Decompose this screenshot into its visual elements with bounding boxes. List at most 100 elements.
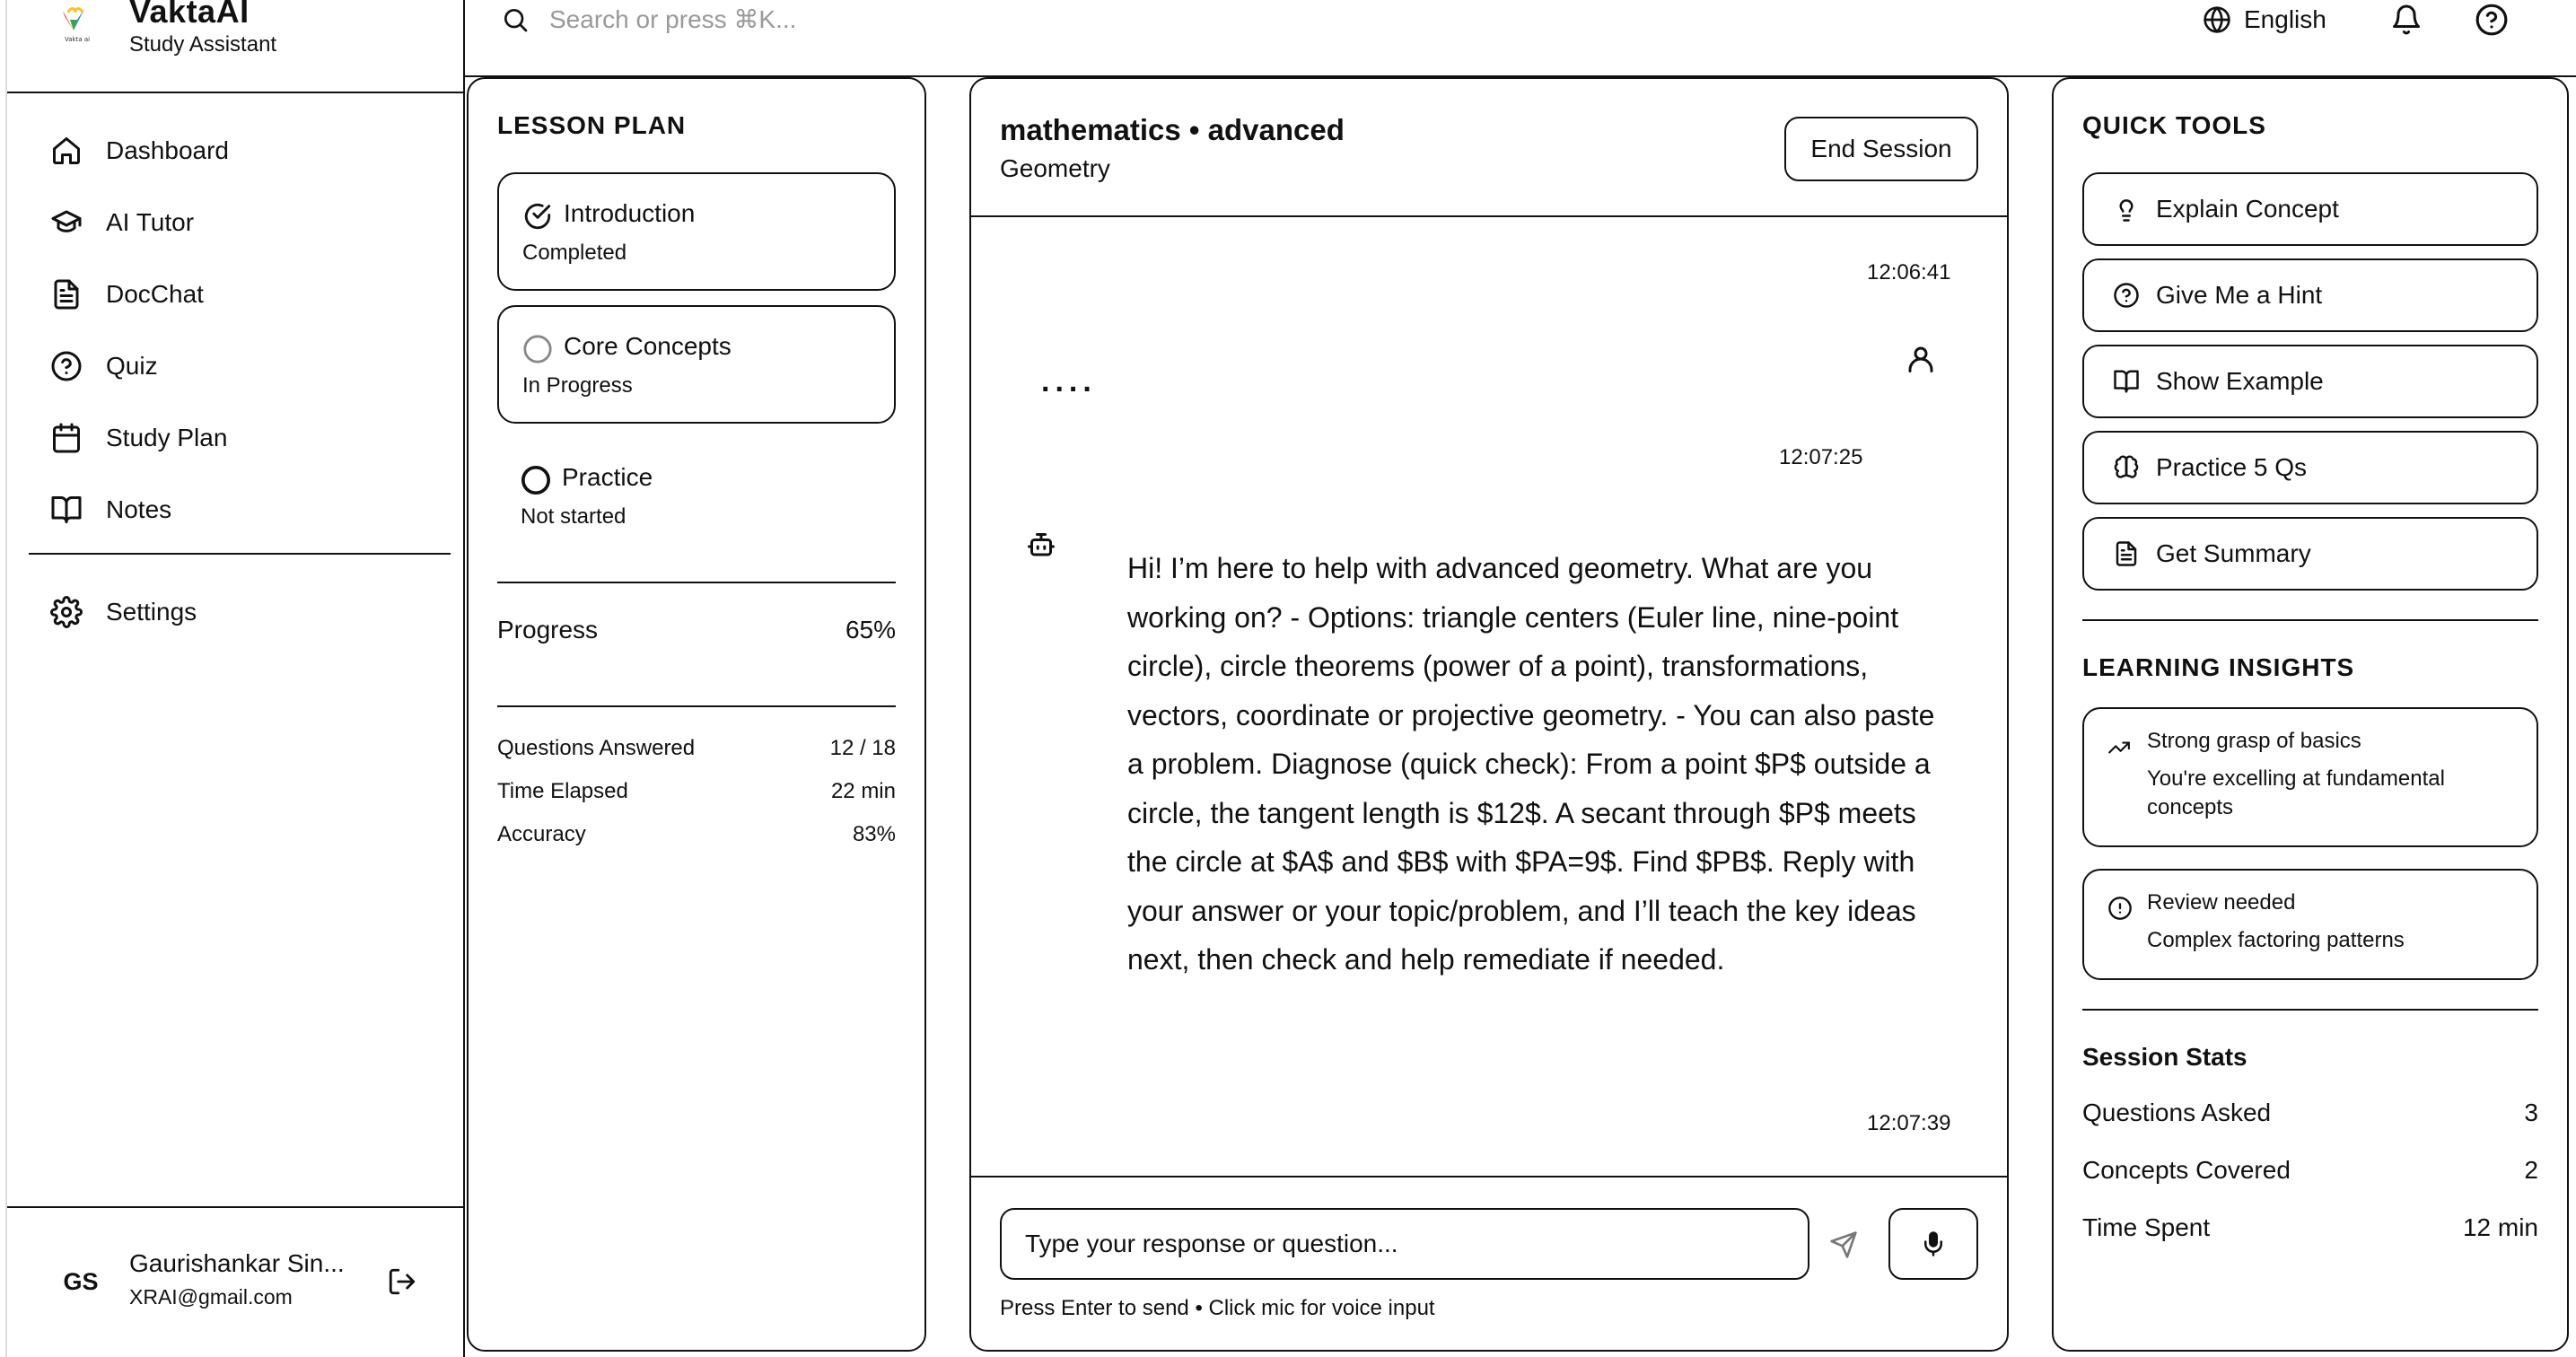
divider xyxy=(2082,1009,2538,1011)
search-bar xyxy=(501,0,1309,39)
insight-description: You're excelling at fundamental concepts xyxy=(2147,766,2445,819)
lesson-plan-title: LESSON PLAN xyxy=(497,111,687,139)
session-stats-title: Session Stats xyxy=(2082,1043,2247,1071)
session-stat-row: Questions Asked 3 xyxy=(2082,1099,2538,1127)
nav-item-dashboard[interactable]: Dashboard xyxy=(48,124,434,178)
chat-hint: Press Enter to send • Click mic for voic… xyxy=(1000,1296,1435,1320)
nav-item-ai-tutor[interactable]: AI Tutor xyxy=(48,196,434,250)
globe-icon xyxy=(2204,6,2230,33)
tool-label: Explain Concept xyxy=(2156,195,2339,223)
mic-button[interactable] xyxy=(1888,1208,1978,1280)
step-status: Completed xyxy=(522,241,627,265)
stat-value: 12 min xyxy=(2462,1213,2538,1241)
progress-row: Progress 65% xyxy=(497,616,896,644)
language-selector[interactable]: English xyxy=(2203,0,2326,39)
bell-icon xyxy=(2393,4,2420,35)
stat-value: 12 / 18 xyxy=(829,736,896,760)
notifications-button[interactable] xyxy=(2387,0,2426,39)
stat-value: 3 xyxy=(2524,1099,2538,1126)
chat-input-area: Press Enter to send • Click mic for voic… xyxy=(971,1176,2007,1350)
nav-item-docchat[interactable]: DocChat xyxy=(48,267,434,321)
stat-row: Accuracy 83% xyxy=(497,822,896,847)
lesson-step-introduction[interactable]: Introduction Completed xyxy=(497,172,896,291)
message-timestamp: 12:07:39 xyxy=(1867,1111,1951,1135)
nav-label: Notes xyxy=(106,495,172,523)
progress-label: Progress xyxy=(497,616,599,643)
user-profile: GS Gaurishankar Sin... XRAI@gmail.com xyxy=(7,1206,465,1357)
step-title: Introduction xyxy=(564,199,696,227)
gear-icon xyxy=(48,594,84,630)
lesson-step-practice[interactable]: Practice Not started xyxy=(497,436,896,555)
send-icon xyxy=(1830,1231,1857,1258)
get-summary-button[interactable]: Get Summary xyxy=(2082,517,2538,591)
lesson-plan-panel: LESSON PLAN Introduction Completed Core … xyxy=(467,77,926,1352)
stat-label: Questions Asked xyxy=(2082,1099,2272,1126)
step-title: Core Concepts xyxy=(564,332,732,360)
top-bar: English xyxy=(465,0,2576,77)
explain-concept-button[interactable]: Explain Concept xyxy=(2082,172,2538,246)
user-message: .... xyxy=(1041,364,1097,398)
step-status: In Progress xyxy=(522,373,633,398)
sidebar: Vakta ai VaktaAI Study Assistant Dashboa… xyxy=(5,0,465,1357)
stat-row: Time Elapsed 22 min xyxy=(497,779,896,804)
end-session-button[interactable]: End Session xyxy=(1784,117,1978,181)
check-circle-icon xyxy=(522,201,553,232)
show-example-button[interactable]: Show Example xyxy=(2082,345,2538,418)
step-status: Not started xyxy=(521,504,626,529)
lesson-step-core-concepts[interactable]: Core Concepts In Progress xyxy=(497,305,896,424)
message-timestamp: 12:07:25 xyxy=(1779,445,1863,469)
chat-topic: Geometry xyxy=(1000,154,1110,182)
book-open-icon xyxy=(2111,366,2142,397)
alert-circle-icon xyxy=(2107,896,2134,923)
nav-item-study-plan[interactable]: Study Plan xyxy=(48,411,434,465)
home-icon xyxy=(48,133,84,169)
nav-item-settings[interactable]: Settings xyxy=(48,585,434,639)
insight-title: Strong grasp of basics xyxy=(2147,729,2361,753)
circle-icon xyxy=(522,334,553,364)
search-input[interactable] xyxy=(549,5,1178,34)
vaktaai-logo: Vakta ai xyxy=(52,4,99,43)
calendar-icon xyxy=(48,420,84,456)
bot-icon xyxy=(1025,528,1057,560)
session-stat-row: Concepts Covered 2 xyxy=(2082,1156,2538,1185)
practice-questions-button[interactable]: Practice 5 Qs xyxy=(2082,431,2538,504)
brand-subtitle: Study Assistant xyxy=(129,32,277,57)
user-email: XRAI@gmail.com xyxy=(129,1285,293,1309)
nav-label: DocChat xyxy=(106,280,204,308)
stat-value: 83% xyxy=(852,822,896,846)
nav-item-notes[interactable]: Notes xyxy=(48,483,434,537)
logout-icon xyxy=(389,1268,416,1295)
circle-icon xyxy=(521,465,551,495)
avatar: GS xyxy=(63,1267,99,1295)
tool-label: Practice 5 Qs xyxy=(2156,453,2308,481)
search-icon xyxy=(504,8,528,32)
tool-label: Show Example xyxy=(2156,367,2324,395)
help-circle-icon xyxy=(2475,4,2508,36)
nav-label: AI Tutor xyxy=(106,208,195,236)
nav-label: Settings xyxy=(106,598,197,626)
mic-icon xyxy=(1924,1231,1942,1256)
trending-up-icon xyxy=(2107,736,2134,763)
book-open-icon xyxy=(48,492,84,528)
document-icon xyxy=(2111,538,2142,569)
nav-label: Quiz xyxy=(106,352,158,380)
logout-button[interactable] xyxy=(382,1262,422,1301)
language-label: English xyxy=(2244,5,2326,33)
divider xyxy=(2082,619,2538,621)
help-button[interactable] xyxy=(2472,0,2511,39)
nav-item-quiz[interactable]: Quiz xyxy=(48,339,434,393)
svg-text:Vakta ai: Vakta ai xyxy=(65,36,90,43)
chat-panel: mathematics • advanced Geometry End Sess… xyxy=(969,77,2009,1352)
insight-description: Complex factoring patterns xyxy=(2147,928,2405,952)
send-button[interactable] xyxy=(1810,1218,1877,1272)
nav-label: Dashboard xyxy=(106,136,229,164)
document-icon xyxy=(48,276,84,312)
brand: Vakta ai VaktaAI Study Assistant xyxy=(7,0,465,93)
stat-value: 2 xyxy=(2524,1156,2538,1184)
stat-row: Questions Answered 12 / 18 xyxy=(497,736,896,761)
assistant-message: Hi! I’m here to help with advanced geome… xyxy=(1127,552,1935,976)
chat-input[interactable] xyxy=(1000,1208,1809,1280)
chat-subject: mathematics • advanced xyxy=(1000,113,1345,146)
give-hint-button[interactable]: Give Me a Hint xyxy=(2082,258,2538,332)
help-circle-icon xyxy=(2111,280,2142,311)
